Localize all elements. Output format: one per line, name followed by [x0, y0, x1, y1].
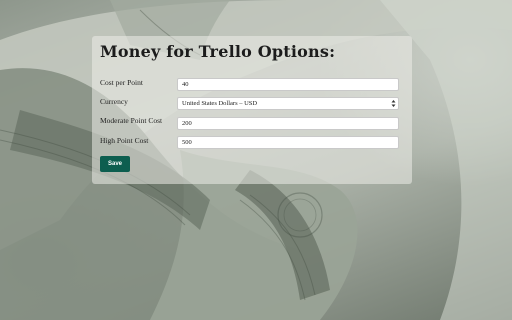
cost-per-point-row: Cost per Point 40	[100, 78, 400, 92]
moderate-point-cost-row: Moderate Point Cost 200	[100, 116, 400, 130]
options-page: Money for Trello Options: Cost per Point…	[0, 0, 512, 320]
cost-per-point-label: Cost per Point	[100, 78, 143, 87]
currency-select[interactable]: United States Dollars – USD	[177, 97, 399, 110]
currency-row: Currency United States Dollars – USD	[100, 97, 400, 111]
high-point-cost-input[interactable]: 500	[177, 136, 399, 149]
select-arrows-icon	[391, 100, 396, 107]
save-button[interactable]: Save	[100, 156, 130, 172]
high-point-cost-row: High Point Cost 500	[100, 136, 400, 150]
high-point-cost-label: High Point Cost	[100, 136, 149, 145]
currency-label: Currency	[100, 97, 128, 106]
currency-selected-value: United States Dollars – USD	[182, 100, 258, 107]
cost-per-point-input[interactable]: 40	[177, 78, 399, 91]
moderate-point-cost-label: Moderate Point Cost	[100, 116, 163, 125]
moderate-point-cost-input[interactable]: 200	[177, 117, 399, 130]
page-title: Money for Trello Options:	[100, 42, 336, 61]
